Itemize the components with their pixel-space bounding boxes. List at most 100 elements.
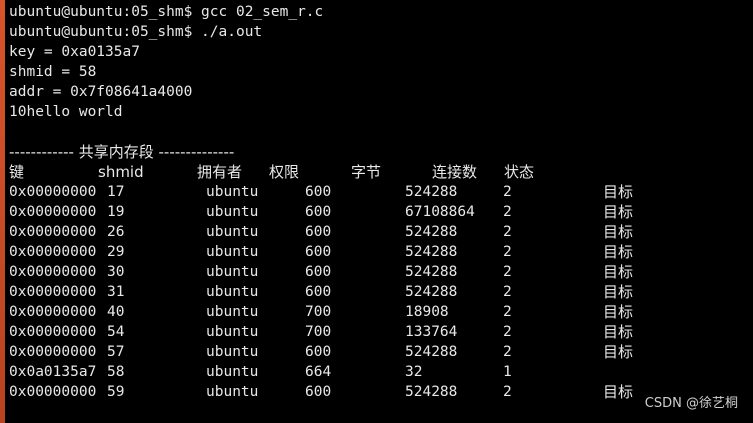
row-key: 0x00000000 (9, 324, 97, 340)
row-owner: ubuntu (206, 284, 259, 300)
table-row: 0x00000000 57 ubuntu 600 524288 2 目标 (9, 342, 753, 362)
row-nattch: 2 (503, 264, 512, 280)
row-bytes: 18908 (405, 304, 449, 320)
row-key: 0x00000000 (9, 204, 97, 220)
row-key: 0x00000000 (9, 244, 97, 260)
shared-memory-section-title: ------------ 共享内存段 -------------- (9, 143, 235, 161)
row-shmid: 54 (107, 324, 125, 340)
row-key: 0x00000000 (9, 264, 97, 280)
row-perms: 600 (305, 244, 332, 260)
command-line-compile: ubuntu@ubuntu:05_shm$ gcc 02_sem_r.c (9, 4, 324, 20)
table-row: 0x00000000 30 ubuntu 600 524288 2 目标 (9, 262, 753, 282)
row-perms: 600 (305, 184, 332, 200)
row-shmid: 29 (107, 244, 125, 260)
row-status: 目标 (603, 283, 634, 301)
table-row: 0x0a0135a7 58 ubuntu 664 32 1 (9, 362, 753, 382)
row-perms: 600 (305, 284, 332, 300)
row-owner: ubuntu (206, 384, 259, 400)
row-bytes: 524288 (405, 344, 458, 360)
row-owner: ubuntu (206, 204, 259, 220)
row-shmid: 26 (107, 224, 125, 240)
row-bytes: 524288 (405, 244, 458, 260)
row-nattch: 2 (503, 204, 512, 220)
header-nattch: 连接数 (432, 163, 478, 181)
row-owner: ubuntu (206, 244, 259, 260)
row-nattch: 2 (503, 384, 512, 400)
row-key: 0x00000000 (9, 284, 97, 300)
row-perms: 664 (305, 364, 332, 380)
row-owner: ubuntu (206, 304, 259, 320)
row-bytes: 524288 (405, 264, 458, 280)
row-perms: 700 (305, 304, 332, 320)
row-owner: ubuntu (206, 344, 259, 360)
row-perms: 600 (305, 204, 332, 220)
row-shmid: 58 (107, 364, 125, 380)
row-perms: 600 (305, 224, 332, 240)
row-status: 目标 (603, 323, 634, 341)
output-key: key = 0xa0135a7 (9, 44, 140, 60)
row-perms: 600 (305, 384, 332, 400)
output-addr: addr = 0x7f08641a4000 (9, 84, 193, 100)
table-row: 0x00000000 40 ubuntu 700 18908 2 目标 (9, 302, 753, 322)
row-perms: 700 (305, 324, 332, 340)
row-nattch: 2 (503, 324, 512, 340)
row-nattch: 2 (503, 224, 512, 240)
row-nattch: 2 (503, 304, 512, 320)
header-owner: 拥有者 (197, 163, 243, 181)
row-status: 目标 (603, 183, 634, 201)
row-bytes: 524288 (405, 284, 458, 300)
row-key: 0x00000000 (9, 304, 97, 320)
row-shmid: 57 (107, 344, 125, 360)
row-shmid: 17 (107, 184, 125, 200)
row-bytes: 524288 (405, 184, 458, 200)
table-row: 0x00000000 19 ubuntu 600 67108864 2 目标 (9, 202, 753, 222)
row-nattch: 2 (503, 184, 512, 200)
row-shmid: 30 (107, 264, 125, 280)
row-key: 0x00000000 (9, 184, 97, 200)
row-bytes: 524288 (405, 384, 458, 400)
row-status: 目标 (603, 303, 634, 321)
table-row: 0x00000000 59 ubuntu 600 524288 2 目标 (9, 382, 753, 402)
table-row: 0x00000000 17 ubuntu 600 524288 2 目标 (9, 182, 753, 202)
row-owner: ubuntu (206, 324, 259, 340)
row-key: 0x0a0135a7 (9, 364, 97, 380)
row-bytes: 67108864 (405, 204, 475, 220)
row-shmid: 31 (107, 284, 125, 300)
row-status: 目标 (603, 263, 634, 281)
header-perms: 权限 (269, 163, 300, 181)
terminal-window[interactable]: ubuntu@ubuntu:05_shm$ gcc 02_sem_r.c ubu… (0, 0, 753, 423)
row-owner: ubuntu (206, 184, 259, 200)
row-owner: ubuntu (206, 224, 259, 240)
header-status: 状态 (504, 163, 535, 181)
header-bytes: 字节 (351, 163, 382, 181)
row-bytes: 133764 (405, 324, 458, 340)
header-key: 键 (9, 163, 25, 181)
row-bytes: 32 (405, 364, 423, 380)
row-status: 目标 (603, 203, 634, 221)
output-message: 10hello world (9, 104, 123, 120)
csdn-watermark: CSDN @徐艺桐 (644, 396, 738, 411)
row-shmid: 59 (107, 384, 125, 400)
row-key: 0x00000000 (9, 224, 97, 240)
row-key: 0x00000000 (9, 384, 97, 400)
row-owner: ubuntu (206, 364, 259, 380)
command-line-run: ubuntu@ubuntu:05_shm$ ./a.out (9, 24, 263, 40)
row-perms: 600 (305, 344, 332, 360)
row-nattch: 2 (503, 284, 512, 300)
row-bytes: 524288 (405, 224, 458, 240)
row-nattch: 1 (503, 364, 512, 380)
row-status: 目标 (603, 243, 634, 261)
row-nattch: 2 (503, 344, 512, 360)
table-row: 0x00000000 31 ubuntu 600 524288 2 目标 (9, 282, 753, 302)
table-row: 0x00000000 29 ubuntu 600 524288 2 目标 (9, 242, 753, 262)
row-owner: ubuntu (206, 264, 259, 280)
row-shmid: 40 (107, 304, 125, 320)
output-shmid: shmid = 58 (9, 64, 97, 80)
row-status: 目标 (603, 383, 634, 401)
table-row: 0x00000000 54 ubuntu 700 133764 2 目标 (9, 322, 753, 342)
row-key: 0x00000000 (9, 344, 97, 360)
row-perms: 600 (305, 264, 332, 280)
row-status: 目标 (603, 223, 634, 241)
table-row: 0x00000000 26 ubuntu 600 524288 2 目标 (9, 222, 753, 242)
